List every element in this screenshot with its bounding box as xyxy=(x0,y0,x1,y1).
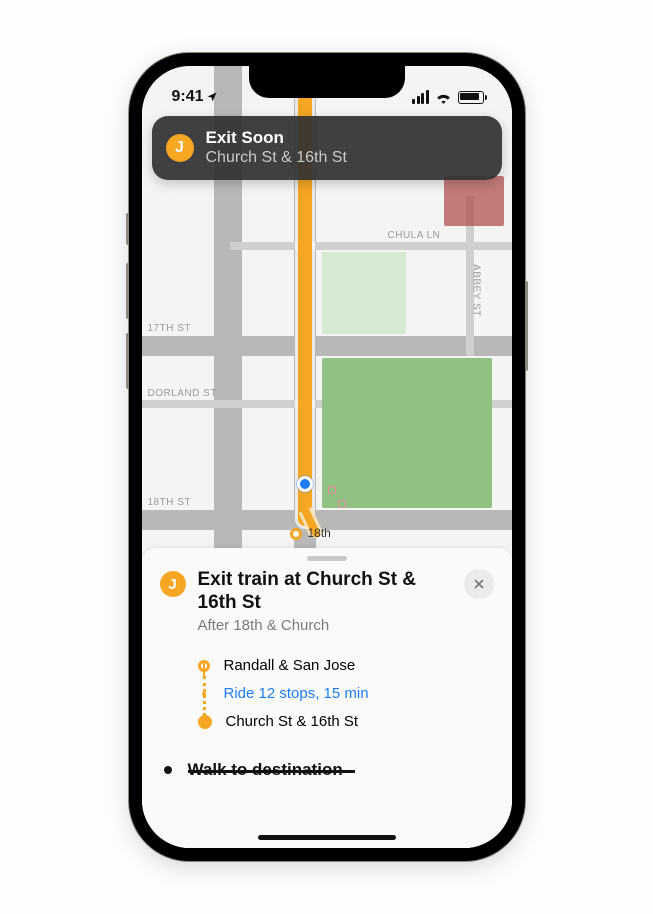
screen: 9:41 17TH ST 18TH ST DOR xyxy=(142,66,512,848)
wifi-icon xyxy=(435,91,452,104)
user-location-dot xyxy=(297,476,313,492)
step-subtitle: After 18th & Church xyxy=(198,617,448,634)
volume-down-button xyxy=(126,333,129,389)
notch xyxy=(249,66,405,98)
directions-sheet[interactable]: J Exit train at Church St & 16th St Afte… xyxy=(142,548,512,848)
location-arrow-icon xyxy=(206,91,218,103)
ride-summary-label: Ride 12 stops, 15 min xyxy=(224,685,369,702)
transit-line-badge: J xyxy=(166,134,194,162)
close-icon xyxy=(473,578,485,590)
stops-list: Randall & San Jose Ride 12 stops, 15 min… xyxy=(198,652,494,736)
walk-step[interactable]: Walk to destination xyxy=(164,760,494,780)
status-time: 9:41 xyxy=(172,88,218,106)
street-label: CHULA LN xyxy=(388,230,441,241)
battery-icon xyxy=(458,91,484,104)
stop-destination: Church St & 16th St xyxy=(198,708,494,736)
cellular-signal-icon xyxy=(412,90,429,104)
home-indicator[interactable] xyxy=(258,835,396,840)
side-button xyxy=(525,281,528,371)
stop-origin-label: Randall & San Jose xyxy=(224,657,356,674)
street-label: DORLAND ST xyxy=(148,388,217,399)
banner-subtitle: Church St & 16th St xyxy=(206,148,347,167)
exit-soon-banner[interactable]: J Exit Soon Church St & 16th St xyxy=(152,116,502,180)
close-button[interactable] xyxy=(464,569,494,599)
transit-line-badge: J xyxy=(160,571,186,597)
sheet-grabber[interactable] xyxy=(307,556,347,561)
transit-stop-marker xyxy=(290,528,302,540)
street-label: 18TH ST xyxy=(148,497,192,508)
building xyxy=(444,176,504,226)
park-area xyxy=(322,358,492,508)
poi-marker xyxy=(328,486,336,494)
banner-title: Exit Soon xyxy=(206,128,347,148)
step-title: Exit train at Church St & 16th St xyxy=(198,569,448,615)
street-label: ABBEY ST xyxy=(471,264,482,317)
street-label: 17TH ST xyxy=(148,323,192,334)
stop-destination-label: Church St & 16th St xyxy=(226,713,359,730)
road xyxy=(142,336,512,356)
walk-node-icon xyxy=(164,766,172,774)
stop-origin: Randall & San Jose xyxy=(198,652,494,680)
iphone-device-frame: 9:41 17TH ST 18TH ST DOR xyxy=(129,53,525,861)
volume-up-button xyxy=(126,263,129,319)
status-time-text: 9:41 xyxy=(172,88,204,106)
transit-stop-label: 18th xyxy=(308,526,331,540)
poi-marker xyxy=(338,500,346,508)
park-area xyxy=(322,252,406,334)
ride-summary[interactable]: Ride 12 stops, 15 min xyxy=(198,680,494,708)
walk-step-label: Walk to destination xyxy=(188,760,343,780)
silent-switch xyxy=(126,213,129,245)
